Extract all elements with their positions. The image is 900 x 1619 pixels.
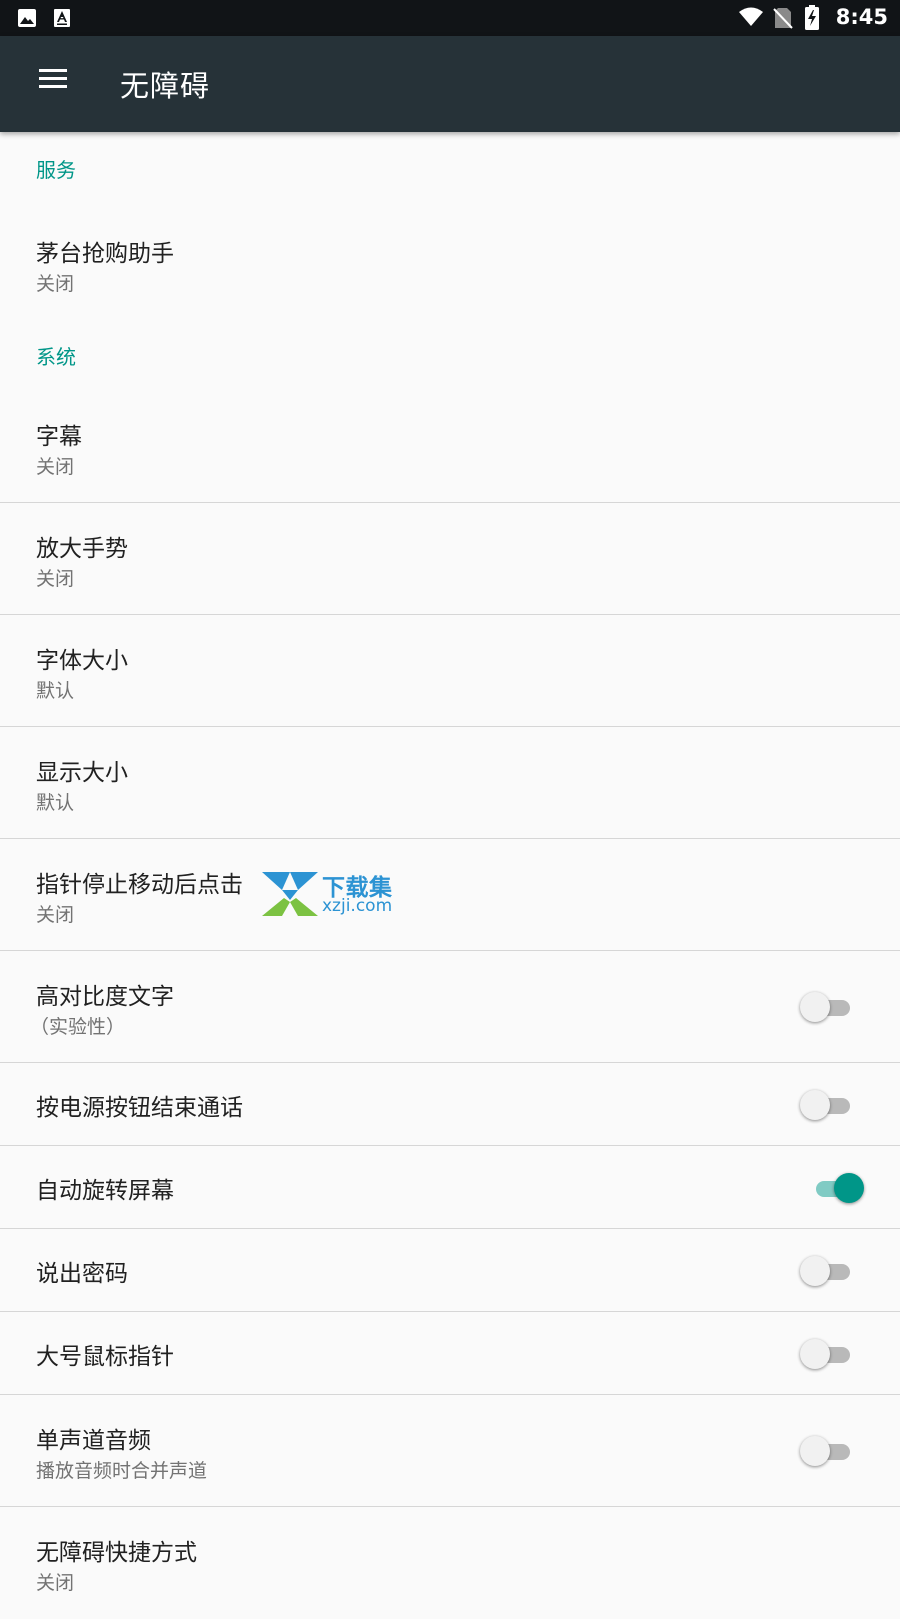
pref-summary: 关闭: [36, 904, 75, 926]
settings-list: 服务 茅台抢购助手 关闭 系统 字幕 关闭 放大手势 关闭 字体大小 默认 显示…: [0, 132, 900, 1619]
pref-mono-audio[interactable]: 单声道音频 播放音频时合并声道: [0, 1395, 900, 1507]
pref-maotai-helper[interactable]: 茅台抢购助手 关闭: [0, 208, 900, 320]
pref-title: 茅台抢购助手: [36, 241, 174, 267]
pref-title: 单声道音频: [36, 1428, 151, 1454]
status-bar: 8:45: [0, 0, 900, 36]
hamburger-menu-icon[interactable]: [38, 68, 68, 92]
speak-passwords-switch[interactable]: [800, 1256, 850, 1286]
text-a-icon: [53, 8, 71, 32]
pref-title: 字体大小: [36, 648, 128, 674]
page-title: 无障碍: [120, 69, 211, 103]
pref-power-button-ends-call[interactable]: 按电源按钮结束通话: [0, 1063, 900, 1146]
pref-title: 无障碍快捷方式: [36, 1540, 197, 1566]
wifi-icon: [738, 7, 764, 31]
pref-summary: 关闭: [36, 568, 75, 590]
pref-title: 自动旋转屏幕: [36, 1178, 174, 1204]
watermark-logo: 下载集 xzji.com: [262, 868, 407, 920]
pref-accessibility-shortcut[interactable]: 无障碍快捷方式 关闭: [0, 1507, 900, 1619]
pref-magnification-gesture[interactable]: 放大手势 关闭: [0, 503, 900, 615]
no-sim-icon: [773, 7, 793, 33]
battery-charging-icon: [804, 5, 820, 34]
pref-summary: 播放音频时合并声道: [36, 1460, 208, 1482]
pref-summary: 默认: [36, 680, 75, 702]
pref-click-after-pointer-stops[interactable]: 指针停止移动后点击 关闭: [0, 839, 900, 951]
image-icon: [17, 8, 37, 32]
pref-title: 说出密码: [36, 1261, 128, 1287]
pref-title: 放大手势: [36, 536, 128, 562]
mono-audio-switch[interactable]: [800, 1436, 850, 1466]
pref-captions[interactable]: 字幕 关闭: [0, 395, 900, 503]
pref-summary: 关闭: [36, 1572, 75, 1594]
pref-title: 按电源按钮结束通话: [36, 1095, 243, 1121]
pref-title: 字幕: [36, 424, 82, 450]
pref-title: 大号鼠标指针: [36, 1344, 174, 1370]
section-header-system: 系统: [36, 345, 76, 369]
pref-display-size[interactable]: 显示大小 默认: [0, 727, 900, 839]
power-button-ends-call-switch[interactable]: [800, 1090, 850, 1120]
high-contrast-text-switch[interactable]: [800, 992, 850, 1022]
pref-font-size[interactable]: 字体大小 默认: [0, 615, 900, 727]
pref-title: 高对比度文字: [36, 984, 174, 1010]
pref-summary: 默认: [36, 792, 75, 814]
auto-rotate-screen-switch[interactable]: [810, 1173, 864, 1203]
pref-speak-passwords[interactable]: 说出密码: [0, 1229, 900, 1312]
pref-summary: 关闭: [36, 273, 75, 295]
pref-title: 指针停止移动后点击: [36, 872, 243, 898]
pref-high-contrast-text[interactable]: 高对比度文字 （实验性）: [0, 951, 900, 1063]
section-header-services: 服务: [36, 158, 76, 182]
pref-large-mouse-pointer[interactable]: 大号鼠标指针: [0, 1312, 900, 1395]
pref-summary: （实验性）: [30, 1016, 126, 1038]
pref-auto-rotate-screen[interactable]: 自动旋转屏幕: [0, 1146, 900, 1229]
watermark-x-icon: [262, 872, 318, 916]
watermark-subtitle: xzji.com: [322, 896, 393, 916]
large-mouse-pointer-switch[interactable]: [800, 1339, 850, 1369]
pref-summary: 关闭: [36, 456, 75, 478]
app-toolbar: 无障碍: [0, 36, 900, 132]
status-time: 8:45: [835, 5, 888, 29]
pref-title: 显示大小: [36, 760, 128, 786]
